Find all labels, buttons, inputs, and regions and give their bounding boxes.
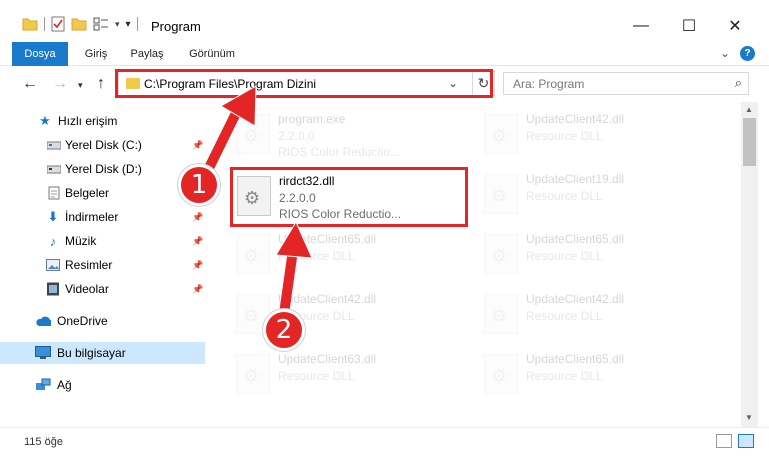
arrow-to-address-bar [203,85,257,175]
item-count: 115 öğe [24,436,63,448]
annotation-arrows [203,85,313,319]
arrow-to-file [275,220,313,319]
tiles-view-icon[interactable] [738,434,754,448]
details-view-icon[interactable] [716,434,732,448]
status-bar: 115 öğe [0,427,769,465]
step-2-badge: 2 [263,309,305,351]
step-1-badge: 1 [178,164,220,206]
